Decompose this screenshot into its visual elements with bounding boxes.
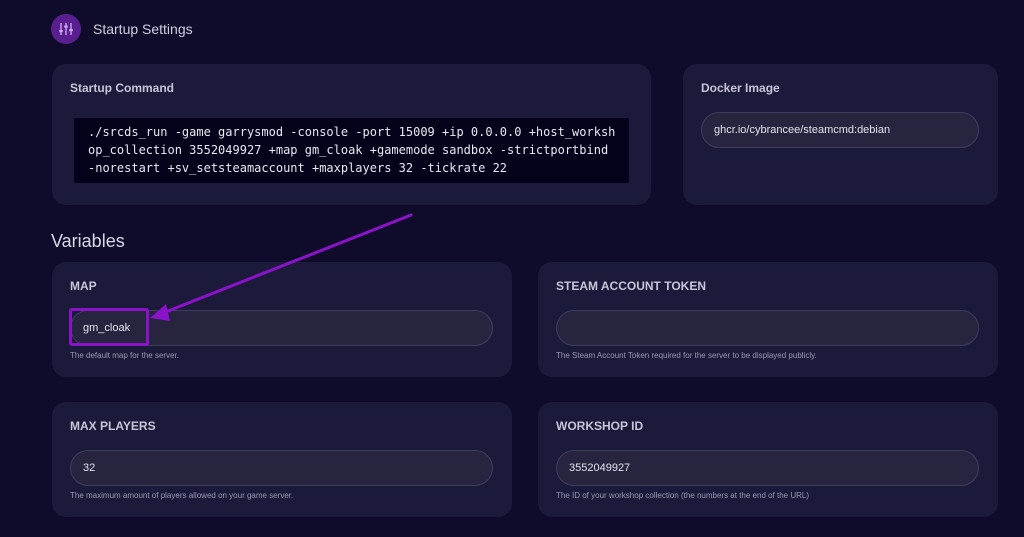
annotation-highlight-box (69, 308, 149, 346)
startup-command-title: Startup Command (70, 81, 175, 95)
workshop-id-help-text: The ID of your workshop collection (the … (556, 491, 810, 500)
docker-image-card: Docker Image ghcr.io/cybrancee/steamcmd:… (683, 64, 998, 205)
docker-image-title: Docker Image (701, 81, 780, 95)
steam-token-help-text: The Steam Account Token required for the… (556, 351, 817, 360)
startup-command-text: ./srcds_run -game garrysmod -console -po… (74, 118, 629, 183)
startup-command-card: Startup Command ./srcds_run -game garrys… (52, 64, 651, 205)
docker-image-select[interactable]: ghcr.io/cybrancee/steamcmd:debian (701, 112, 979, 148)
max-players-label: MAX PLAYERS (70, 419, 156, 433)
map-label: MAP (70, 279, 97, 293)
steam-token-input[interactable] (556, 310, 979, 346)
variables-heading: Variables (51, 231, 125, 251)
sliders-icon (51, 14, 81, 44)
map-help-text: The default map for the server. (70, 351, 179, 360)
max-players-input[interactable]: 32 (70, 450, 493, 486)
workshop-id-input[interactable]: 3552049927 (556, 450, 979, 486)
max-players-variable-card: MAX PLAYERS 32 The maximum amount of pla… (52, 402, 512, 517)
workshop-id-variable-card: WORKSHOP ID 3552049927 The ID of your wo… (538, 402, 998, 517)
page-title: Startup Settings (93, 21, 193, 37)
steam-token-variable-card: STEAM ACCOUNT TOKEN The Steam Account To… (538, 262, 998, 377)
max-players-help-text: The maximum amount of players allowed on… (70, 491, 294, 500)
steam-token-label: STEAM ACCOUNT TOKEN (556, 279, 706, 293)
workshop-id-label: WORKSHOP ID (556, 419, 644, 433)
page-header: Startup Settings (51, 12, 193, 46)
